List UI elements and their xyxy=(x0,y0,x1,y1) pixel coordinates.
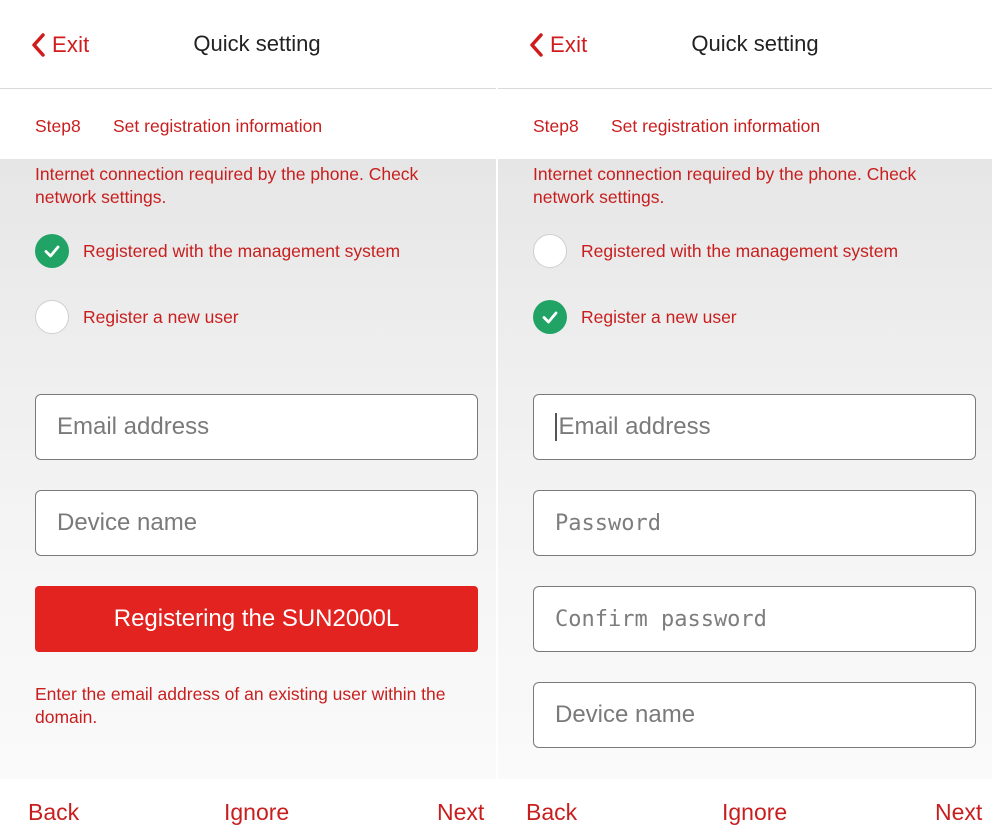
ignore-button[interactable]: Ignore xyxy=(722,799,787,826)
email-placeholder: Email address xyxy=(558,413,711,440)
register-button[interactable]: Registering the SUN2000L xyxy=(35,586,478,652)
email-field[interactable]: Email address xyxy=(35,394,478,460)
step-number: Step8 xyxy=(35,116,81,136)
ignore-button[interactable]: Ignore xyxy=(224,799,289,826)
option-new-user[interactable]: Register a new user xyxy=(35,299,239,335)
empty-circle-icon[interactable] xyxy=(35,300,69,334)
confirm-password-field[interactable]: Confirm password xyxy=(533,586,976,652)
form-content: Internet connection required by the phon… xyxy=(0,159,496,779)
left-screen: Exit Quick setting Step8 Set registratio… xyxy=(0,0,496,827)
step-description: Set registration information xyxy=(611,116,821,136)
device-name-placeholder: Device name xyxy=(555,701,696,728)
step-row: Step8 Set registration information xyxy=(0,89,496,159)
text-cursor xyxy=(555,413,557,441)
back-button[interactable]: Back xyxy=(28,799,79,826)
option-label: Registered with the management system xyxy=(581,240,899,261)
header: Exit Quick setting xyxy=(0,0,496,89)
network-notice: Internet connection required by the phon… xyxy=(35,164,419,207)
option-label: Register a new user xyxy=(581,306,737,327)
device-name-placeholder: Device name xyxy=(57,509,198,536)
page-title: Quick setting xyxy=(691,31,819,56)
option-registered[interactable]: Registered with the management system xyxy=(35,233,400,269)
right-screen: Exit Quick setting Step8 Set registratio… xyxy=(498,0,992,827)
password-placeholder: Password xyxy=(555,510,661,536)
empty-circle-icon[interactable] xyxy=(533,234,567,268)
option-label: Register a new user xyxy=(83,306,239,327)
device-name-field[interactable]: Device name xyxy=(533,682,976,748)
next-button[interactable]: Next xyxy=(437,799,484,826)
step-row: Step8 Set registration information xyxy=(498,89,992,159)
device-name-field[interactable]: Device name xyxy=(35,490,478,556)
option-new-user[interactable]: Register a new user xyxy=(533,299,737,335)
back-button[interactable]: Back xyxy=(526,799,577,826)
next-button[interactable]: Next xyxy=(935,799,982,826)
check-circle-icon[interactable] xyxy=(533,300,567,334)
password-field[interactable]: Password xyxy=(533,490,976,556)
step-number: Step8 xyxy=(533,116,579,136)
email-hint: Enter the email address of an existing u… xyxy=(35,684,446,727)
email-placeholder: Email address xyxy=(57,413,210,440)
option-registered[interactable]: Registered with the management system xyxy=(533,233,898,269)
bottom-nav: Back Ignore Next xyxy=(498,779,992,827)
header: Exit Quick setting xyxy=(498,0,992,89)
email-field[interactable]: Email address xyxy=(533,394,976,460)
bottom-nav: Back Ignore Next xyxy=(0,779,496,827)
form-content: Internet connection required by the phon… xyxy=(498,159,992,779)
check-circle-icon[interactable] xyxy=(35,234,69,268)
page-title: Quick setting xyxy=(193,31,321,56)
confirm-password-placeholder: Confirm password xyxy=(555,606,767,632)
network-notice: Internet connection required by the phon… xyxy=(533,164,917,207)
option-label: Registered with the management system xyxy=(83,240,401,261)
step-description: Set registration information xyxy=(113,116,323,136)
